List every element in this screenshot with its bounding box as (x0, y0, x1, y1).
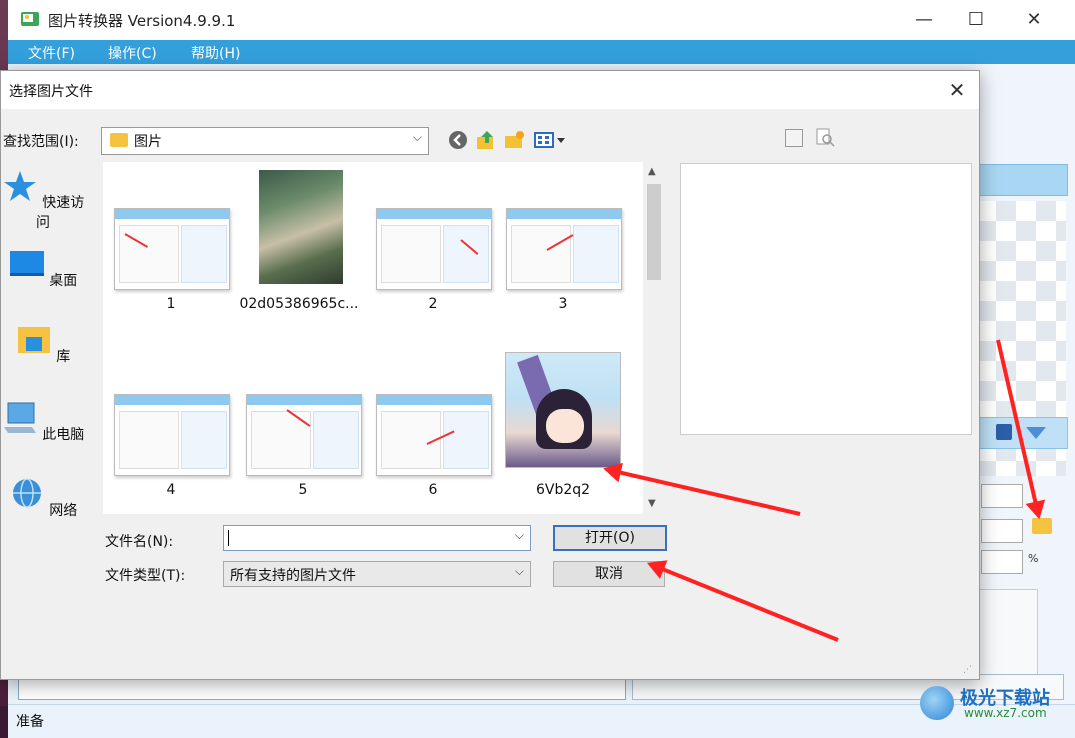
place-label: 库 (56, 349, 71, 365)
file-name: 1 (166, 296, 176, 312)
look-in-combo[interactable]: 图片 ⌵ (101, 127, 429, 155)
minimize-button[interactable]: — (914, 10, 934, 30)
file-thumbnail (114, 208, 230, 290)
new-folder-icon[interactable] (503, 129, 525, 151)
file-list-scrollbar[interactable]: ▲ ▼ (645, 162, 663, 514)
up-folder-icon[interactable] (475, 129, 497, 151)
menu-bar: 文件(F) 操作(C) 帮助(H) (8, 40, 1075, 64)
folder-icon (110, 133, 128, 147)
watermark-url: www.xz7.com (964, 706, 1047, 720)
text-caret (228, 530, 229, 546)
view-menu-icon[interactable] (533, 129, 567, 151)
maximize-button[interactable]: ☐ (966, 10, 986, 30)
place-label: 此电脑 (42, 427, 85, 443)
look-in-value: 图片 (134, 134, 162, 150)
file-thumbnail (114, 394, 230, 476)
app-icon (21, 12, 39, 26)
file-name: 6Vb2q2 (535, 482, 591, 498)
format-combo[interactable] (981, 484, 1023, 508)
file-name: 5 (298, 482, 308, 498)
file-name: 6 (428, 482, 438, 498)
back-icon[interactable] (447, 129, 469, 151)
dialog-body: 查找范围(I): 图片 ⌵ 快速访问 桌面 库 此电脑 网络 1 02d0538… (1, 109, 979, 679)
place-label: 桌面 (49, 273, 78, 289)
save-icon[interactable] (996, 424, 1012, 440)
file-thumbnail (259, 170, 343, 284)
open-file-dialog: 选择图片文件 ✕ 查找范围(I): 图片 ⌵ 快速访问 桌面 库 此电脑 网络 … (0, 70, 980, 680)
scroll-down-icon[interactable]: ▼ (648, 498, 656, 509)
place-this-pc[interactable]: 此电脑 (1, 401, 85, 444)
file-item[interactable]: 2 (371, 162, 495, 312)
browse-folder-icon[interactable] (1032, 518, 1052, 534)
desktop-icon (9, 251, 44, 276)
dropdown-arrow-icon[interactable] (1026, 427, 1046, 439)
close-button[interactable]: ✕ (1024, 10, 1044, 30)
place-network[interactable]: 网络 (1, 477, 85, 520)
open-button[interactable]: 打开(O) (553, 525, 667, 551)
panel-header-bar (976, 164, 1068, 196)
file-item[interactable]: 4 (109, 348, 233, 498)
filetype-label: 文件类型(T): (105, 568, 186, 584)
status-bar: 准备 (8, 704, 1075, 735)
file-name: 2 (428, 296, 438, 312)
menu-help[interactable]: 帮助(H) (191, 43, 240, 63)
scroll-thumb[interactable] (647, 184, 661, 280)
place-label: 快速访问 (36, 195, 85, 231)
file-thumbnail (376, 208, 492, 290)
preview-pane (680, 163, 972, 435)
library-icon (17, 327, 50, 353)
menu-operate[interactable]: 操作(C) (108, 43, 157, 63)
app-title: 图片转换器 Version4.9.9.1 (48, 12, 236, 30)
quality-spinner[interactable] (981, 550, 1023, 574)
file-item[interactable]: 1 (109, 162, 233, 312)
computer-icon (3, 402, 36, 433)
look-in-label: 查找范围(I): (3, 134, 79, 150)
preview-play-icon[interactable] (785, 129, 803, 147)
file-thumbnail (246, 394, 362, 476)
chevron-down-icon[interactable]: ⌵ (515, 528, 524, 543)
title-bar: 图片转换器 Version4.9.9.1 — ☐ ✕ (8, 0, 1075, 41)
star-icon (3, 171, 36, 201)
watermark-logo: 极光下载站 www.xz7.com (920, 684, 1070, 724)
scroll-up-icon[interactable]: ▲ (648, 166, 656, 177)
chevron-down-icon: ⌵ (412, 130, 422, 144)
file-name: 4 (166, 482, 176, 498)
dialog-close-button[interactable]: ✕ (944, 77, 970, 103)
preview-zoom-icon[interactable] (815, 127, 835, 147)
watermark-icon (920, 686, 954, 720)
network-icon (12, 478, 41, 508)
status-text: 准备 (16, 714, 44, 730)
file-name: 02d05386965c... (239, 296, 359, 312)
right-panel: % (976, 64, 1075, 704)
chevron-down-icon: ⌵ (514, 564, 524, 578)
file-thumbnail (505, 352, 621, 468)
filename-label: 文件名(N): (105, 534, 174, 550)
filename-input[interactable]: ⌵ (223, 525, 531, 551)
file-item[interactable]: 6 (371, 348, 495, 498)
output-path-field[interactable] (981, 519, 1023, 543)
file-item[interactable]: 6Vb2q2 (501, 162, 625, 502)
place-label: 网络 (49, 503, 78, 519)
places-bar: 快速访问 桌面 库 此电脑 网络 (1, 159, 97, 599)
file-item[interactable]: 5 (241, 348, 365, 498)
place-desktop[interactable]: 桌面 (1, 247, 85, 290)
filetype-select[interactable]: 所有支持的图片文件 ⌵ (223, 561, 531, 587)
file-item[interactable]: 02d05386965c... (237, 162, 361, 312)
place-quick-access[interactable]: 快速访问 (1, 169, 85, 232)
resize-grip-icon[interactable]: ⋰ (963, 665, 975, 677)
dialog-title: 选择图片文件 (9, 84, 93, 100)
percent-unit-label: % (1028, 552, 1039, 565)
file-thumbnail (376, 394, 492, 476)
menu-file[interactable]: 文件(F) (28, 43, 75, 63)
place-library[interactable]: 库 (1, 323, 85, 366)
file-list: 1 02d05386965c... 2 3 4 5 6 6Vb2q2 (103, 162, 643, 514)
filetype-value: 所有支持的图片文件 (230, 568, 356, 584)
